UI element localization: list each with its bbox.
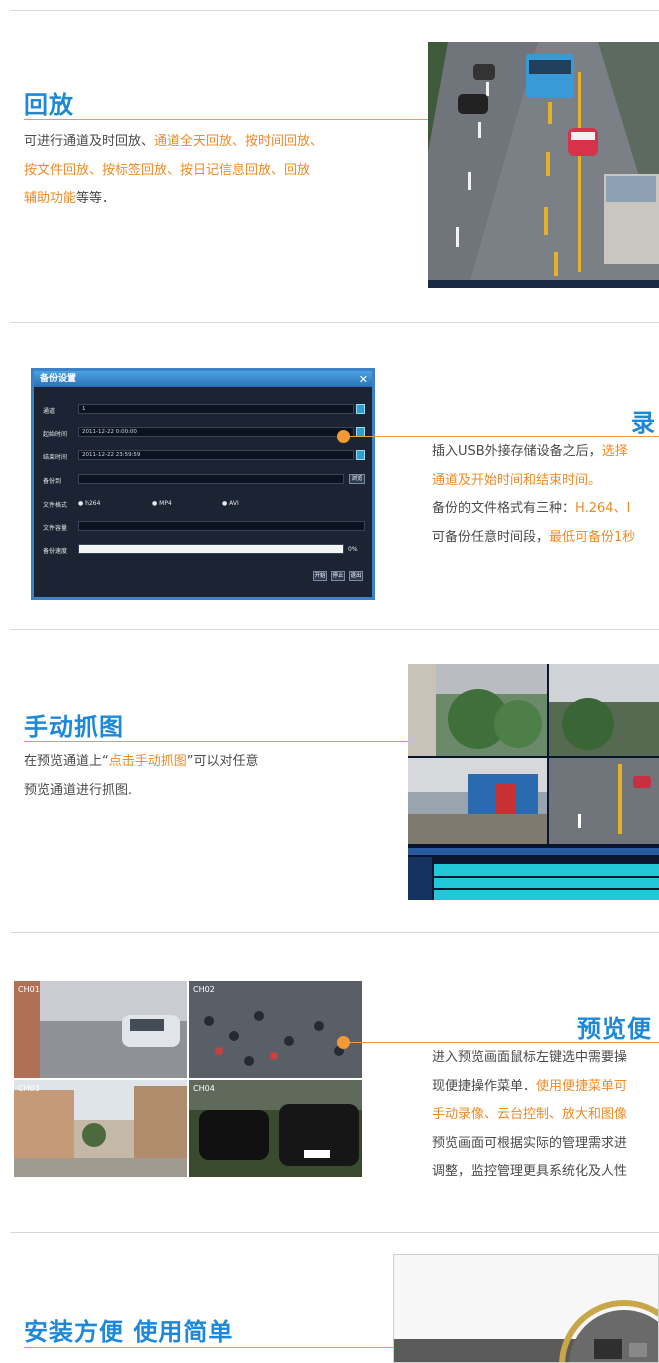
start-button[interactable]: 开始 (313, 571, 327, 581)
install-title: 安装方便 使用简单 (24, 1318, 234, 1346)
start-time-field[interactable]: 2011-12-22 0:00:00 (78, 427, 354, 437)
backup-settings-dialog: 备份设置 ✕ 通道 1 起始时间 2011-12-22 0:00:00 结束时间… (31, 368, 375, 600)
body-text: 在预览通道上“ (24, 754, 109, 769)
snapshot-connector-line (24, 741, 409, 742)
end-time-label: 结束时间 (43, 454, 68, 461)
playback-connector-line (24, 119, 436, 120)
playback-description: 可进行通道及时回放、通道全天回放、按时间回放、按文件回放、按标签回放、按日记信息… (24, 128, 323, 214)
body-text: 插入USB外接存储设备之后， (432, 444, 602, 459)
body-text: 调整，监控管理更具系统化及人性 (432, 1164, 628, 1179)
highlight-text: 最低可备份1秒 (549, 529, 636, 545)
body-text: ”可以对任意 (186, 754, 259, 769)
backup-description: 插入USB外接存储设备之后，选择 通道及开始时间和结束时间。 备份的文件格式有三种：… (432, 438, 659, 552)
file-capacity-field (78, 521, 365, 531)
format-radio-h264[interactable]: ● h264 (78, 500, 100, 507)
channel-label-ch04: CH04 (193, 1084, 215, 1093)
description-line: 现便捷操作菜单．使用便捷菜单可 (432, 1073, 659, 1102)
description-line: 在预览通道上“点击手动抓图”可以对任意 (24, 748, 259, 777)
section-divider (10, 629, 659, 630)
description-line: 预览通道进行抓图. (24, 777, 259, 806)
description-line: 调整，监控管理更具系统化及人性 (432, 1158, 659, 1187)
highlight-text: 通道及开始时间和结束时间。 (432, 472, 602, 488)
preview-cell-ch01[interactable]: CH01 (14, 981, 187, 1078)
section-divider (10, 10, 659, 11)
body-text: 备份的文件格式有三种： (432, 501, 576, 516)
install-connector-line (24, 1347, 437, 1348)
body-text: 进入预览画面鼠标左键选中需要操 (432, 1050, 628, 1065)
preview-connector-dot (337, 1036, 350, 1049)
description-line: 插入USB外接存储设备之后，选择 (432, 438, 659, 467)
highlight-text: H.264、I (575, 501, 631, 516)
stop-button[interactable]: 停止 (331, 571, 345, 581)
start-time-label: 起始时间 (43, 431, 68, 438)
description-line: 通道及开始时间和结束时间。 (432, 467, 659, 496)
highlight-text: 使用便捷菜单可 (536, 1078, 628, 1094)
highlight-text: 按文件回放、按标签回放、按日记信息回放、回放 (24, 162, 311, 178)
preview-description: 进入预览画面鼠标左键选中需要操 现便捷操作菜单．使用便捷菜单可 手动录像、云台控制、… (432, 1044, 659, 1187)
playback-screenshot (428, 42, 659, 288)
description-line: 辅助功能等等． (24, 185, 323, 214)
body-text: 可进行通道及时回放、 (24, 134, 155, 149)
snapshot-title: 手动抓图 (24, 713, 124, 741)
format-radio-mp4[interactable]: ● MP4 (152, 500, 172, 507)
backup-title: 录 (631, 409, 656, 437)
channel-label-ch01: CH01 (18, 985, 40, 994)
channel-label: 通道 (43, 408, 56, 415)
preview-cell-ch02[interactable]: CH02 (189, 981, 362, 1078)
file-capacity-label: 文件容量 (43, 525, 68, 532)
format-radio-avi[interactable]: ● AVI (222, 500, 239, 507)
backup-progress-bar (78, 544, 344, 554)
file-format-label: 文件格式 (43, 502, 68, 509)
section-divider (10, 932, 659, 933)
snapshot-description: 在预览通道上“点击手动抓图”可以对任意预览通道进行抓图. (24, 748, 259, 805)
snapshot-screenshot (408, 664, 659, 900)
backup-speed-label: 备份速度 (43, 548, 68, 555)
body-text: 预览画面可根据实际的管理需求进 (432, 1135, 628, 1151)
backup-to-label: 备份到 (43, 478, 62, 485)
section-divider (10, 322, 659, 323)
description-line: 预览画面可根据实际的管理需求进 (432, 1130, 659, 1159)
description-line: 可备份任意时间段，最低可备份1秒 (432, 524, 659, 553)
backup-path-field[interactable] (78, 474, 344, 484)
backup-connector-dot (337, 430, 350, 443)
preview-cell-ch04[interactable]: CH04 (189, 1080, 362, 1177)
preview-title: 预览便 (577, 1015, 652, 1043)
highlight-text: 点击手动抓图 (108, 754, 187, 769)
end-time-field[interactable]: 2011-12-22 23:59:59 (78, 450, 354, 460)
description-line: 进入预览画面鼠标左键选中需要操 (432, 1044, 659, 1073)
body-text: 等等． (76, 191, 116, 206)
close-icon[interactable]: ✕ (359, 372, 368, 388)
section-divider (10, 1232, 659, 1233)
backup-progress-value: 0% (348, 546, 358, 553)
dialog-title: 备份设置 (40, 374, 77, 384)
description-line: 按文件回放、按标签回放、按日记信息回放、回放 (24, 157, 323, 186)
channel-label-ch03: CH03 (18, 1084, 40, 1093)
backup-connector-line (343, 436, 659, 437)
browse-button[interactable]: 浏览 (349, 474, 365, 484)
body-text: 现便捷操作菜单． (432, 1078, 537, 1094)
channel-dropdown-icon[interactable] (356, 404, 365, 414)
body-text: 预览通道进行抓图. (24, 782, 133, 798)
preview-screenshot: CH01 CH02 CH03 CH04 (14, 981, 362, 1177)
channel-label-ch02: CH02 (193, 985, 215, 994)
description-line: 可进行通道及时回放、通道全天回放、按时间回放、 (24, 128, 323, 157)
preview-cell-ch03[interactable]: CH03 (14, 1080, 187, 1177)
install-device-image (393, 1254, 659, 1363)
highlight-text: 辅助功能 (24, 191, 77, 206)
highlight-text: 选择 (601, 444, 628, 459)
channel-select[interactable]: 1 (78, 404, 354, 414)
dialog-title-bar: 备份设置 ✕ (34, 371, 372, 387)
exit-button[interactable]: 退出 (349, 571, 363, 581)
body-text: 可备份任意时间段， (432, 529, 550, 545)
description-line: 手动录像、云台控制、放大和图像 (432, 1101, 659, 1130)
playback-title: 回放 (24, 91, 74, 119)
end-time-spinner-icon[interactable] (356, 450, 365, 460)
highlight-text: 手动录像、云台控制、放大和图像 (432, 1107, 628, 1122)
highlight-text: 通道全天回放、按时间回放、 (154, 134, 324, 149)
description-line: 备份的文件格式有三种：H.264、I (432, 495, 659, 524)
